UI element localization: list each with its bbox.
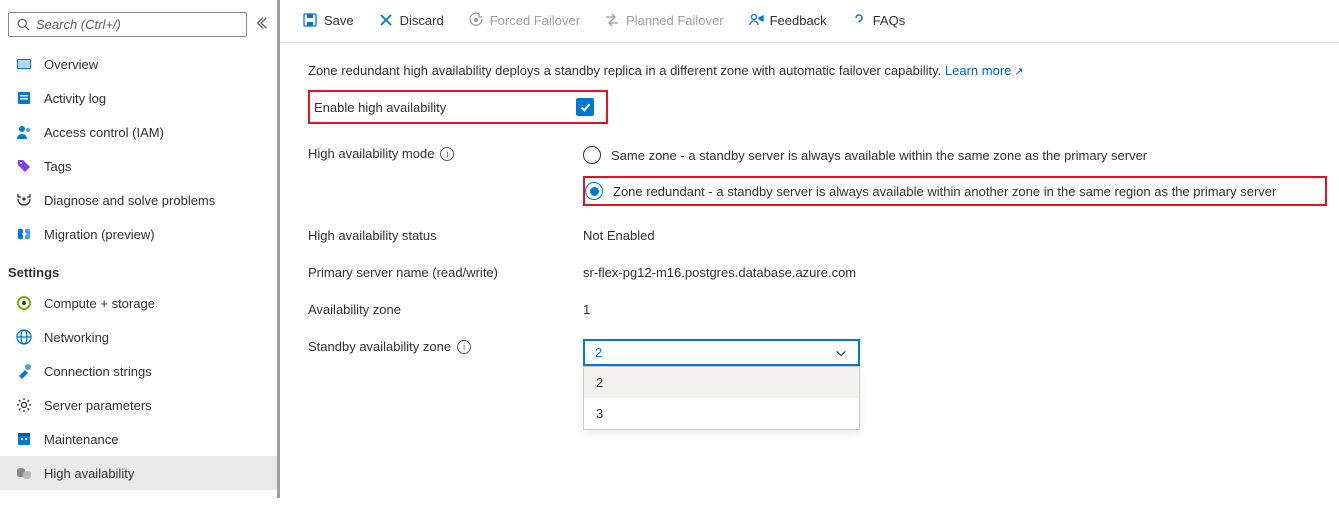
compute-storage-icon (16, 295, 32, 311)
search-icon (17, 18, 30, 31)
faqs-button[interactable]: FAQs (841, 8, 916, 32)
planned-failover-icon (604, 12, 620, 28)
ha-mode-same-zone-radio[interactable]: Same zone - a standby server is always a… (583, 146, 1327, 164)
sidebar-item-maintenance[interactable]: Maintenance (0, 422, 277, 456)
sidebar-item-migration[interactable]: Migration (preview) (0, 217, 277, 251)
overview-icon (16, 56, 32, 72)
save-button[interactable]: Save (292, 8, 364, 32)
search-placeholder: Search (Ctrl+/) (36, 17, 121, 32)
ha-mode-same-zone-label: Same zone - a standby server is always a… (611, 148, 1147, 163)
tags-icon (16, 158, 32, 174)
ha-status-value: Not Enabled (583, 228, 1327, 243)
discard-button[interactable]: Discard (368, 8, 454, 32)
sidebar-item-networking[interactable]: Networking (0, 320, 277, 354)
sidebar-item-label: Networking (44, 330, 109, 345)
checkmark-icon (579, 101, 592, 114)
info-icon[interactable]: i (457, 340, 471, 354)
search-input[interactable]: Search (Ctrl+/) (8, 12, 247, 37)
networking-icon (16, 329, 32, 345)
discard-icon (378, 12, 394, 28)
forced-failover-icon (468, 12, 484, 28)
activity-log-icon (16, 90, 32, 106)
maintenance-icon (16, 431, 32, 447)
ha-description: Zone redundant high availability deploys… (308, 63, 1327, 78)
standby-az-select[interactable]: 2 (583, 339, 860, 366)
availability-zone-value: 1 (583, 302, 1327, 317)
standby-az-option[interactable]: 2 (584, 367, 859, 398)
learn-more-link[interactable]: Learn more↗ (945, 63, 1024, 78)
sidebar-item-overview[interactable]: Overview (0, 47, 277, 81)
forced-failover-label: Forced Failover (490, 13, 580, 28)
diagnose-icon (16, 192, 32, 208)
planned-failover-label: Planned Failover (626, 13, 724, 28)
sidebar-item-label: High availability (44, 466, 134, 481)
sidebar-item-label: Compute + storage (44, 296, 155, 311)
feedback-label: Feedback (770, 13, 827, 28)
sidebar-item-label: Connection strings (44, 364, 152, 379)
ha-mode-zone-redundant-highlight: Zone redundant - a standby server is alw… (583, 176, 1327, 206)
collapse-sidebar-icon[interactable] (255, 16, 269, 33)
sidebar-item-label: Access control (IAM) (44, 125, 164, 140)
standby-az-dropdown: 2 3 (583, 366, 860, 430)
ha-mode-zone-redundant-radio[interactable]: Zone redundant - a standby server is alw… (585, 182, 1276, 200)
standby-az-selected-value: 2 (595, 345, 602, 360)
sidebar-item-server-parameters[interactable]: Server parameters (0, 388, 277, 422)
connection-strings-icon (16, 363, 32, 379)
sidebar-item-compute-storage[interactable]: Compute + storage (0, 286, 277, 320)
ha-mode-zone-redundant-label: Zone redundant - a standby server is alw… (613, 184, 1276, 199)
sidebar-item-tags[interactable]: Tags (0, 149, 277, 183)
sidebar-item-label: Diagnose and solve problems (44, 193, 215, 208)
availability-zone-label: Availability zone (308, 302, 583, 317)
standby-az-option[interactable]: 3 (584, 398, 859, 429)
sidebar-item-connection-strings[interactable]: Connection strings (0, 354, 277, 388)
access-control-icon (16, 124, 32, 140)
sidebar-item-high-availability[interactable]: High availability (0, 456, 277, 490)
sidebar-item-label: Migration (preview) (44, 227, 155, 242)
primary-server-name-value: sr-flex-pg12-m16.postgres.database.azure… (583, 265, 1327, 280)
sidebar-item-label: Server parameters (44, 398, 152, 413)
radio-icon (583, 146, 601, 164)
sidebar-item-label: Tags (44, 159, 71, 174)
migration-icon (16, 226, 32, 242)
sidebar-item-label: Overview (44, 57, 98, 72)
ha-mode-label: High availability mode i (308, 146, 583, 161)
chevron-down-icon (834, 346, 848, 360)
sidebar-item-diagnose[interactable]: Diagnose and solve problems (0, 183, 277, 217)
faqs-label: FAQs (873, 13, 906, 28)
radio-icon (585, 182, 603, 200)
standby-az-label: Standby availability zone i (308, 339, 583, 354)
discard-label: Discard (400, 13, 444, 28)
enable-ha-label: Enable high availability (314, 100, 446, 115)
forced-failover-button: Forced Failover (458, 8, 590, 32)
high-availability-icon (16, 465, 32, 481)
settings-group-header: Settings (0, 251, 277, 286)
sidebar-item-label: Maintenance (44, 432, 118, 447)
external-link-icon: ↗ (1014, 66, 1023, 78)
ha-status-label: High availability status (308, 228, 583, 243)
feedback-button[interactable]: Feedback (738, 8, 837, 32)
server-parameters-icon (16, 397, 32, 413)
primary-server-name-label: Primary server name (read/write) (308, 265, 583, 280)
sidebar-item-label: Activity log (44, 91, 106, 106)
save-label: Save (324, 13, 354, 28)
planned-failover-button: Planned Failover (594, 8, 734, 32)
sidebar-item-activity-log[interactable]: Activity log (0, 81, 277, 115)
faqs-icon (851, 12, 867, 28)
info-icon[interactable]: i (440, 147, 454, 161)
enable-ha-highlight: Enable high availability (308, 90, 608, 124)
feedback-icon (748, 12, 764, 28)
sidebar-item-access-control[interactable]: Access control (IAM) (0, 115, 277, 149)
save-icon (302, 12, 318, 28)
enable-ha-checkbox[interactable] (576, 98, 594, 116)
toolbar: Save Discard Forced Failover Planned Fai… (280, 8, 1339, 43)
